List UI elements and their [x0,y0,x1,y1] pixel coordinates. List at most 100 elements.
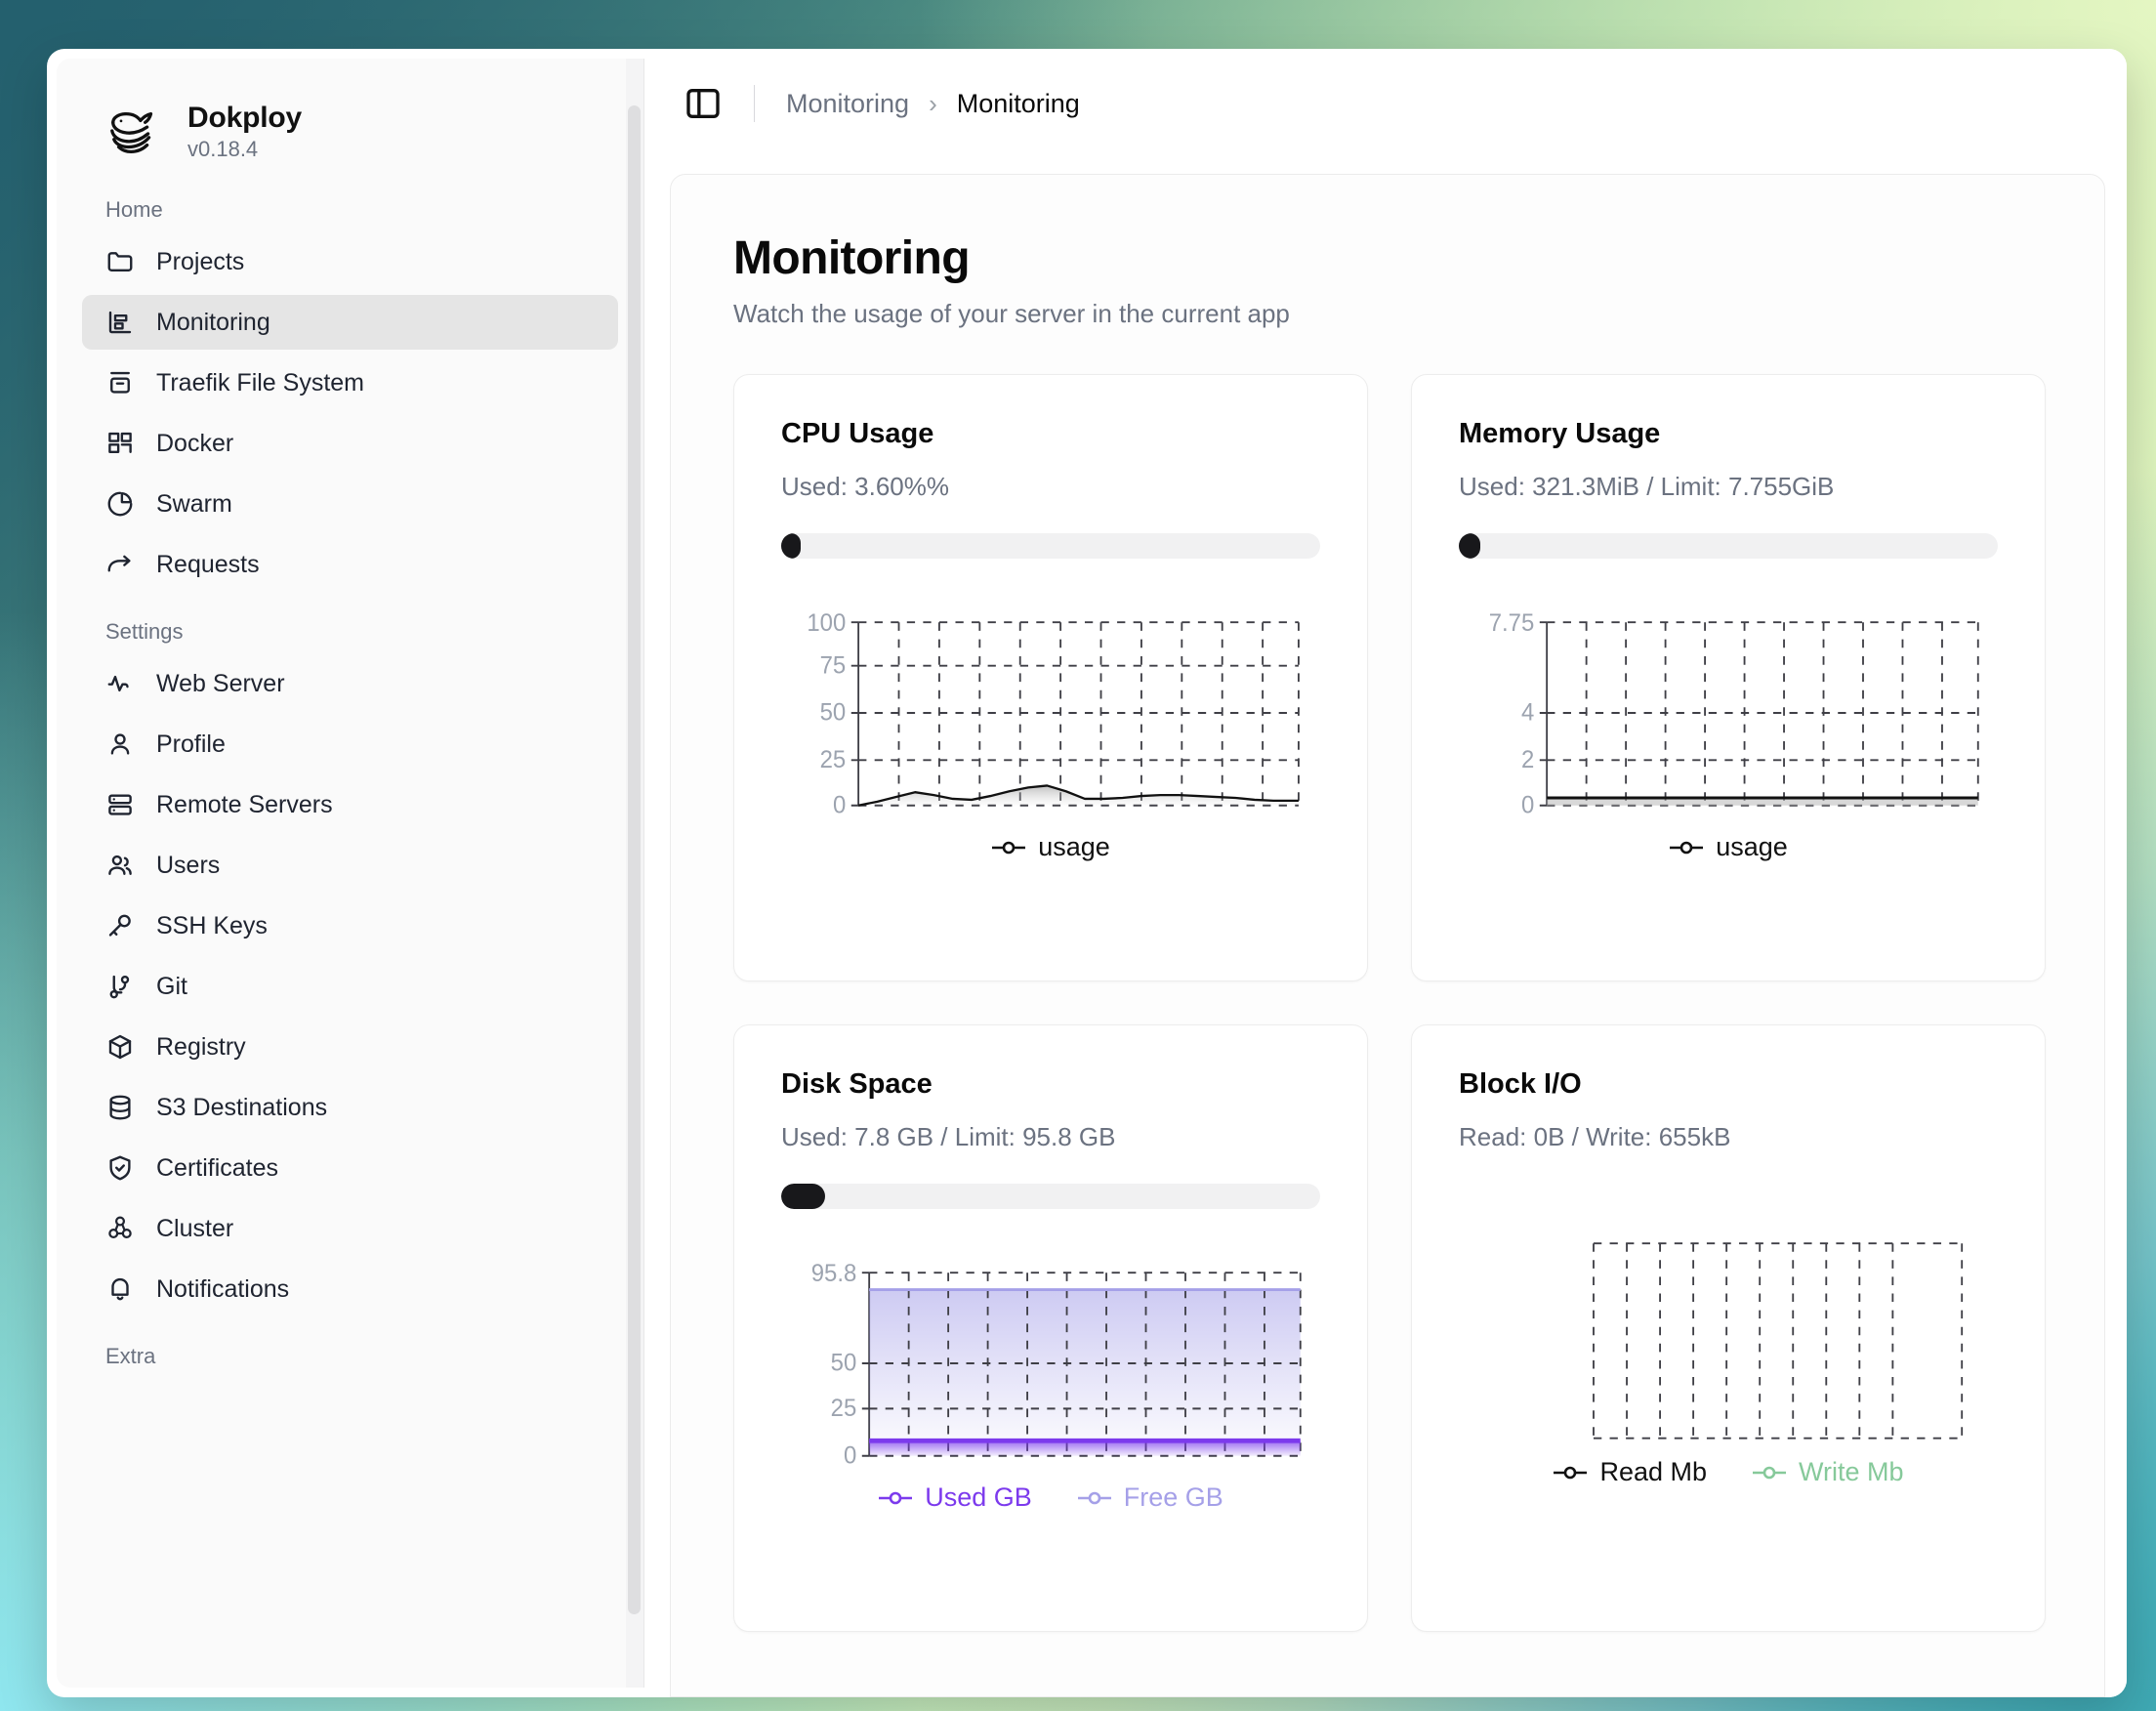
cpu-usage-chart: 100 75 50 25 0 [781,600,1320,826]
legend-label: Used GB [925,1482,1032,1512]
disk-space-card: Disk Space Used: 7.8 GB / Limit: 95.8 GB [733,1024,1368,1632]
bell-icon [105,1274,135,1304]
svg-text:25: 25 [831,1396,857,1423]
legend-marker-icon [1669,839,1704,856]
chart-bar-icon [105,308,135,337]
cpu-progress-fill [781,533,801,559]
memory-usage-card: Memory Usage Used: 321.3MiB / Limit: 7.7… [1411,374,2046,981]
sidebar-item-ssh-keys[interactable]: SSH Keys [82,898,618,953]
sidebar-item-swarm[interactable]: Swarm [82,477,618,531]
legend-label: Write Mb [1799,1457,1904,1486]
sidebar-item-label: Remote Servers [156,790,333,818]
sidebar-item-s3-destinations[interactable]: S3 Destinations [82,1080,618,1135]
card-subtitle: Used: 321.3MiB / Limit: 7.755GiB [1459,472,1835,501]
memory-progress-track [1459,533,1998,559]
sidebar-item-label: Traefik File System [156,368,365,396]
svg-text:0: 0 [844,1442,856,1470]
sidebar-item-label: Registry [156,1032,246,1061]
folder-icon [105,247,135,276]
brand-version: v0.18.4 [187,137,259,161]
svg-text:75: 75 [820,652,847,680]
memory-usage-chart: 7.75 4 2 0 [1459,600,1998,826]
chevron-right-icon: › [929,88,937,118]
svg-text:95.8: 95.8 [811,1260,857,1287]
card-title: Block I/O [1459,1068,1582,1100]
key-icon [105,911,135,940]
breadcrumb-parent[interactable]: Monitoring [786,89,909,119]
sidebar-item-label: S3 Destinations [156,1093,328,1121]
cpu-chart-legend: usage [781,832,1320,862]
database-icon [105,1093,135,1122]
package-icon [105,1032,135,1062]
whale-icon [105,102,166,162]
sidebar-item-traefik-file-system[interactable]: Traefik File System [82,355,618,410]
sidebar-item-notifications[interactable]: Notifications [82,1262,618,1316]
svg-text:4: 4 [1521,699,1534,727]
disk-chart-legend: Used GB Free GB [781,1482,1320,1513]
activity-icon [105,669,135,698]
svg-text:50: 50 [820,699,847,727]
sidebar: Dokploy v0.18.4 Home Projects Monitoring… [57,59,644,1688]
svg-text:2: 2 [1521,747,1534,774]
legend-item[interactable]: Free GB [1077,1482,1223,1513]
sidebar-scrollbar-track[interactable] [626,59,643,1688]
sidebar-scrollbar-thumb[interactable] [628,105,641,1614]
sidebar-item-profile[interactable]: Profile [82,717,618,772]
archive-icon [105,368,135,397]
legend-marker-icon [878,1489,913,1507]
legend-marker-icon [1553,1464,1588,1481]
sidebar-item-remote-servers[interactable]: Remote Servers [82,777,618,832]
boxes-icon [105,1214,135,1243]
sidebar-item-label: Web Server [156,669,285,697]
legend-label: usage [1716,832,1788,861]
sidebar-item-label: Docker [156,429,234,457]
disk-progress-track [781,1184,1320,1209]
brand[interactable]: Dokploy v0.18.4 [82,84,618,176]
sidebar-item-web-server[interactable]: Web Server [82,656,618,711]
block-io-card: Block I/O Read: 0B / Write: 655kB Read M… [1411,1024,2046,1632]
disk-progress-fill [781,1184,825,1209]
legend-label: Read Mb [1599,1457,1708,1486]
sidebar-item-label: Requests [156,550,260,578]
sidebar-item-cluster[interactable]: Cluster [82,1201,618,1256]
content-scroll-area: Monitoring Watch the usage of your serve… [671,175,2104,1696]
sidebar-item-projects[interactable]: Projects [82,234,618,289]
nav-group-label-home: Home [105,197,163,222]
app-window: Dokploy v0.18.4 Home Projects Monitoring… [47,49,2127,1697]
sidebar-item-label: Profile [156,730,226,758]
sidebar-item-requests[interactable]: Requests [82,537,618,592]
breadcrumb-current: Monitoring [956,88,1080,118]
legend-item[interactable]: Used GB [878,1482,1032,1513]
git-branch-icon [105,972,135,1001]
sidebar-panel-icon[interactable] [684,84,723,123]
cpu-progress-track [781,533,1320,559]
card-subtitle: Read: 0B / Write: 655kB [1459,1122,1731,1151]
svg-text:100: 100 [807,609,846,637]
memory-progress-fill [1459,533,1481,559]
card-title: CPU Usage [781,418,934,449]
block-io-chart [1459,1229,1998,1451]
content-panel: Monitoring Watch the usage of your serve… [670,174,2105,1697]
legend-item[interactable]: usage [991,832,1110,862]
sidebar-item-docker[interactable]: Docker [82,416,618,471]
sidebar-item-label: Monitoring [156,308,270,336]
card-subtitle: Used: 3.60%% [781,472,949,501]
legend-item[interactable]: usage [1669,832,1788,862]
pie-chart-icon [105,489,135,519]
arrow-forward-icon [105,550,135,579]
sidebar-item-git[interactable]: Git [82,959,618,1014]
sidebar-item-label: Projects [156,247,245,275]
shield-check-icon [105,1153,135,1183]
sidebar-item-users[interactable]: Users [82,838,618,893]
sidebar-item-monitoring[interactable]: Monitoring [82,295,618,350]
nav-group-label-extra: Extra [105,1344,156,1368]
legend-marker-icon [991,839,1026,856]
sidebar-item-registry[interactable]: Registry [82,1020,618,1074]
block-io-chart-legend: Read Mb Write Mb [1459,1457,1998,1487]
sidebar-item-certificates[interactable]: Certificates [82,1141,618,1195]
memory-chart-legend: usage [1459,832,1998,862]
svg-text:0: 0 [833,792,846,819]
legend-item[interactable]: Write Mb [1752,1457,1904,1487]
user-icon [105,730,135,759]
legend-item[interactable]: Read Mb [1553,1457,1707,1487]
